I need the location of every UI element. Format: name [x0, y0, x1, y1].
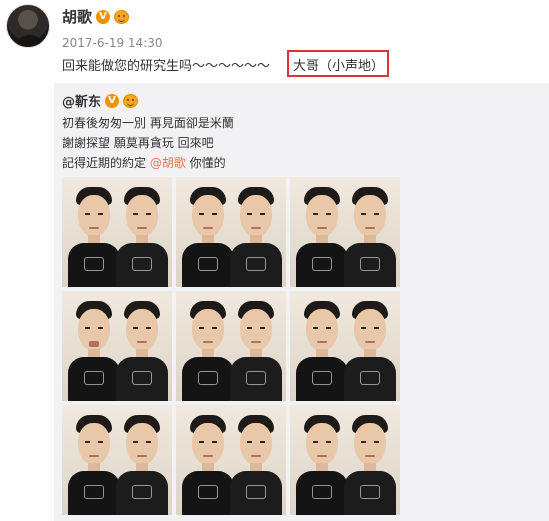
post-author: 胡歌 V: [62, 6, 130, 27]
photo-thumbnail[interactable]: [176, 291, 286, 401]
photo-thumbnail[interactable]: [62, 177, 172, 287]
photo-thumbnail[interactable]: [176, 177, 286, 287]
verified-v-icon: V: [96, 9, 111, 24]
avatar[interactable]: [6, 4, 50, 48]
photo-thumbnail[interactable]: [62, 291, 172, 401]
member-smile-icon: [123, 93, 139, 108]
photo-thumbnail[interactable]: [62, 405, 172, 515]
author-name[interactable]: 胡歌: [62, 6, 92, 27]
mention-link[interactable]: @胡歌: [150, 156, 186, 170]
repost-line: 謝謝探望 願莫再貪玩 回來吧: [62, 136, 214, 150]
repost-card: @靳东 V 初春後匆匆一別 再見面卻是米蘭 謝謝探望 願莫再貪玩 回來吧 記得近…: [54, 83, 549, 521]
verified-v-icon: V: [105, 93, 120, 108]
post-text: 回来能做您的研究生吗～～～～～～: [62, 59, 271, 74]
photo-thumbnail[interactable]: [290, 405, 400, 515]
photo-thumbnail[interactable]: [290, 177, 400, 287]
repost-line: 初春後匆匆一別 再見面卻是米蘭: [62, 116, 234, 130]
repost-text: 初春後匆匆一別 再見面卻是米蘭 謝謝探望 願莫再貪玩 回來吧 記得近期的約定 @…: [62, 113, 234, 173]
repost-author: @靳东 V: [62, 91, 139, 110]
member-smile-icon: [114, 9, 130, 24]
photo-thumbnail[interactable]: [290, 291, 400, 401]
repost-line: 記得近期的約定 @胡歌 你懂的: [62, 153, 234, 173]
photo-thumbnail[interactable]: [176, 405, 286, 515]
repost-line-text: 你懂的: [185, 156, 226, 170]
post-timestamp[interactable]: 2017-6-19 14:30: [62, 36, 163, 50]
repost-author-name[interactable]: @靳东: [62, 91, 101, 110]
repost-line-text: 記得近期的約定: [62, 156, 150, 170]
highlighted-text: 大哥（小声地）: [293, 59, 385, 74]
